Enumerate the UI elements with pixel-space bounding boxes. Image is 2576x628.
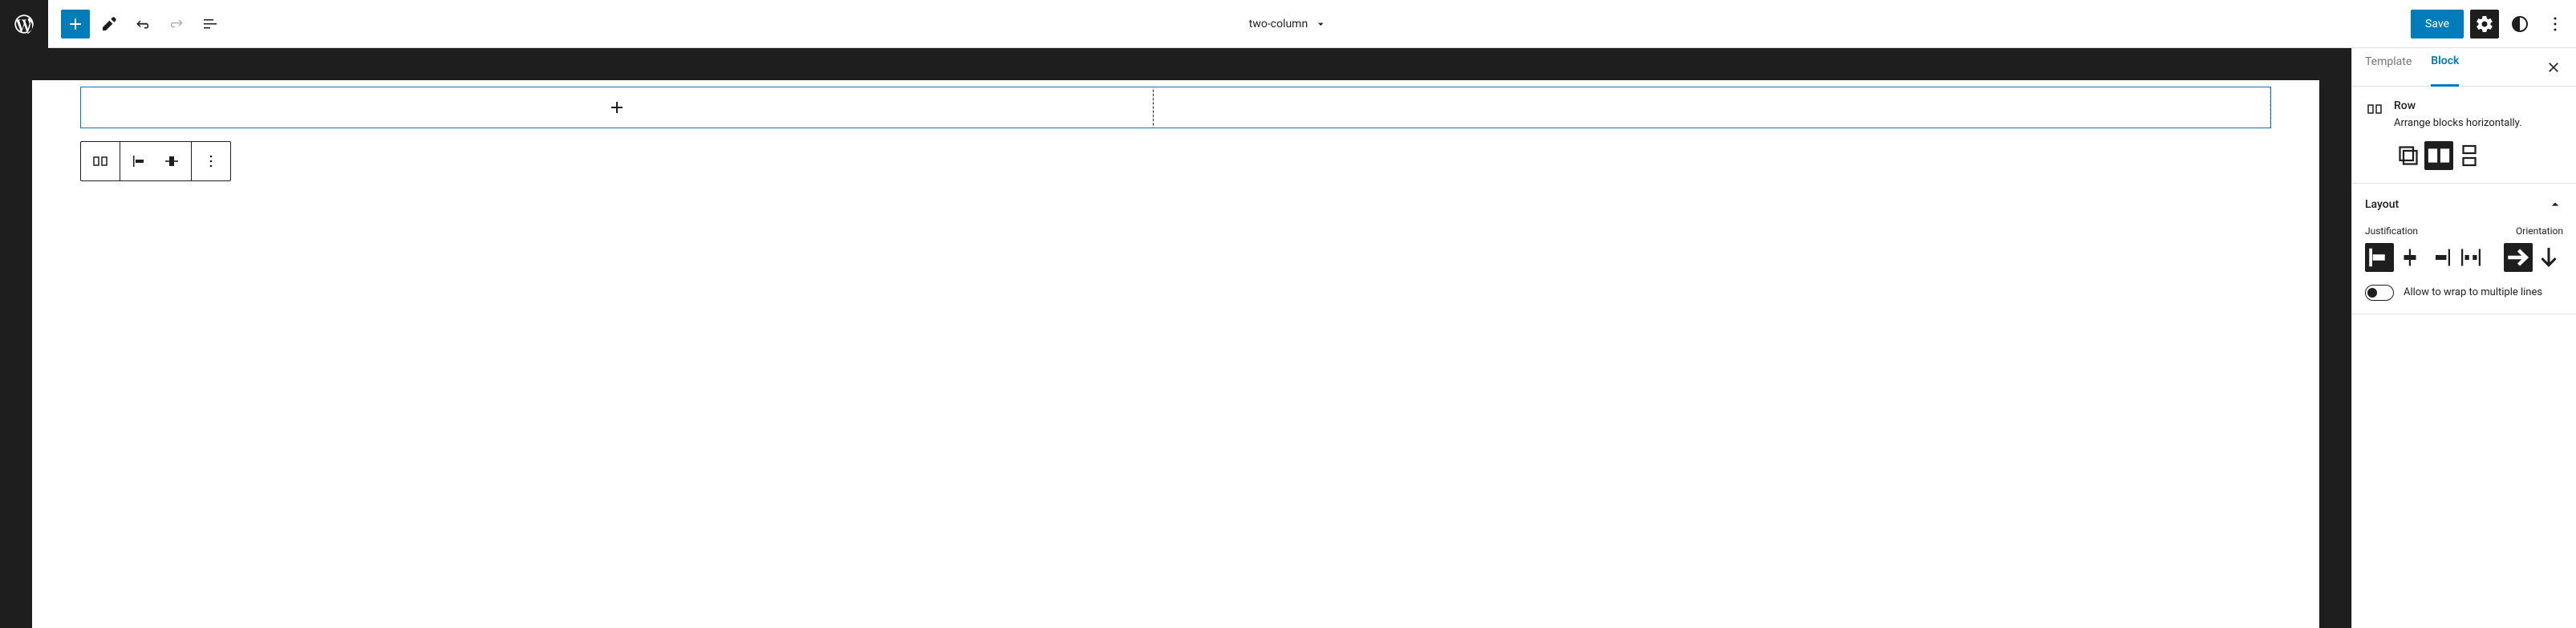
settings-button[interactable] [2470, 10, 2499, 38]
group-icon [2394, 141, 2423, 170]
layout-panel-header[interactable]: Layout [2365, 197, 2563, 213]
sidebar-tabs: Template Block [2352, 48, 2576, 87]
options-button[interactable] [2541, 10, 2570, 38]
top-toolbar: two-column Save [0, 0, 2576, 48]
chevron-up-icon [2547, 197, 2563, 213]
justification-buttons [2365, 243, 2485, 272]
more-options-button[interactable] [195, 145, 227, 177]
settings-sidebar: Template Block Row Arrange blocks horizo… [2351, 48, 2576, 628]
toolbar-right: Save [2411, 10, 2570, 38]
justify-space-between-icon [2456, 243, 2485, 272]
block-type-button[interactable] [84, 145, 116, 177]
orientation-vertical-button[interactable] [2534, 243, 2563, 272]
row-column-2[interactable] [1153, 87, 2270, 128]
justify-left-button[interactable] [2365, 243, 2394, 272]
wordpress-logo[interactable] [0, 0, 48, 48]
justify-left-icon [130, 152, 149, 171]
pencil-icon [99, 14, 119, 34]
justify-right-button[interactable] [2426, 243, 2455, 272]
layout-panel: Layout Justification Orientation [2352, 184, 2576, 314]
row-icon [91, 152, 110, 171]
justify-right-icon [2426, 243, 2455, 272]
row-block-icon [2365, 99, 2384, 119]
row-icon [2424, 141, 2453, 170]
styles-button[interactable] [2505, 10, 2534, 38]
wrap-toggle-label: Allow to wrap to multiple lines [2404, 286, 2542, 298]
justify-space-between-button[interactable] [2456, 243, 2485, 272]
align-center-icon [162, 152, 181, 171]
document-title[interactable]: two-column [1249, 18, 1327, 30]
justify-left-icon [2365, 243, 2394, 272]
wrap-toggle[interactable] [2365, 285, 2394, 301]
document-title-text: two-column [1249, 18, 1308, 30]
toolbar-left [61, 10, 225, 38]
tools-button[interactable] [95, 10, 124, 38]
row-block[interactable] [80, 87, 2271, 128]
justify-center-button[interactable] [2395, 243, 2424, 272]
kebab-icon [2546, 14, 2565, 34]
block-name: Row [2394, 99, 2563, 112]
layout-panel-title: Layout [2365, 198, 2399, 211]
editor-canvas[interactable] [32, 80, 2319, 628]
add-block-button[interactable] [61, 10, 90, 38]
arrow-down-icon [2534, 243, 2563, 272]
orientation-buttons [2504, 243, 2563, 272]
tab-template[interactable]: Template [2365, 48, 2412, 87]
arrow-right-icon [2504, 243, 2533, 272]
justify-button[interactable] [124, 145, 156, 177]
stack-icon [2455, 141, 2484, 170]
variant-stack-button[interactable] [2455, 141, 2484, 170]
row-column-1[interactable] [81, 87, 1154, 128]
undo-icon [133, 14, 152, 34]
block-variants [2394, 141, 2563, 170]
kebab-icon [201, 152, 221, 171]
gear-icon [2475, 14, 2494, 34]
plus-icon [607, 98, 627, 117]
wordpress-icon [13, 13, 35, 35]
justification-label: Justification [2365, 225, 2418, 237]
redo-icon [167, 14, 186, 34]
close-sidebar-button[interactable] [2544, 58, 2563, 77]
wrap-toggle-row: Allow to wrap to multiple lines [2365, 285, 2563, 301]
variant-group-button[interactable] [2394, 141, 2423, 170]
redo-button[interactable] [162, 10, 191, 38]
close-icon [2546, 59, 2562, 75]
orientation-label: Orientation [2516, 225, 2563, 237]
align-button[interactable] [156, 145, 188, 177]
block-description: Arrange blocks horizontally. [2394, 115, 2563, 132]
tab-block[interactable]: Block [2431, 48, 2459, 87]
list-icon [201, 14, 220, 34]
editor-canvas-area [0, 48, 2351, 628]
undo-button[interactable] [128, 10, 157, 38]
block-toolbar [80, 141, 231, 181]
variant-row-button[interactable] [2424, 141, 2453, 170]
orientation-horizontal-button[interactable] [2504, 243, 2533, 272]
save-button[interactable]: Save [2411, 10, 2464, 38]
justify-center-icon [2395, 243, 2424, 272]
chevron-down-icon [1314, 18, 1327, 30]
contrast-icon [2510, 14, 2529, 34]
document-overview-button[interactable] [196, 10, 225, 38]
block-info-section: Row Arrange blocks horizontally. [2352, 87, 2576, 184]
plus-icon [66, 14, 85, 34]
